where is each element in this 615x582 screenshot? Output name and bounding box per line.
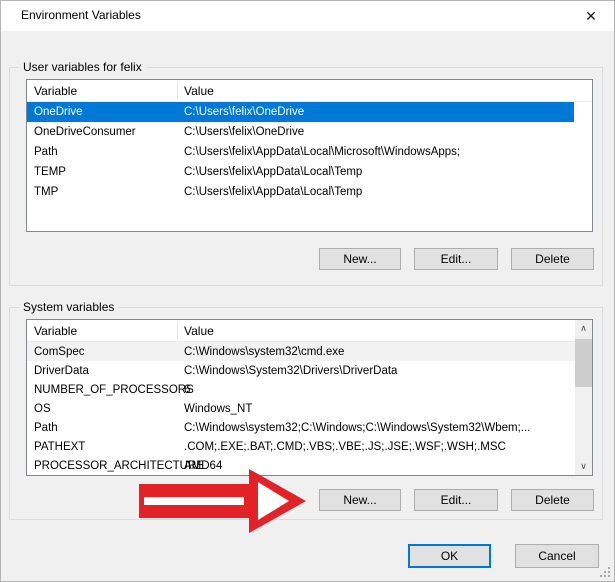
user-edit-button[interactable]: Edit... <box>414 248 498 270</box>
ok-button[interactable]: OK <box>408 544 491 568</box>
resize-grip-icon[interactable] <box>598 565 611 578</box>
cell-value: C:\Windows\system32\cmd.exe <box>184 346 344 358</box>
cell-variable: TMP <box>34 186 58 198</box>
environment-variables-dialog: Environment Variables ✕ User variables f… <box>0 0 615 582</box>
table-row[interactable]: Path C:\Users\felix\AppData\Local\Micros… <box>27 142 574 162</box>
scrollbar-thumb[interactable] <box>575 339 592 387</box>
table-row[interactable]: TMP C:\Users\felix\AppData\Local\Temp <box>27 182 574 202</box>
cell-variable: Path <box>34 146 58 158</box>
cell-variable: ComSpec <box>34 346 85 358</box>
table-row[interactable]: PATHEXT .COM;.EXE;.BAT;.CMD;.VBS;.VBE;.J… <box>27 437 575 456</box>
table-row[interactable]: OneDriveConsumer C:\Users\felix\OneDrive <box>27 122 574 142</box>
cell-value: AMD64 <box>184 460 222 472</box>
column-header-value[interactable]: Value <box>184 84 214 98</box>
titlebar: Environment Variables ✕ <box>1 1 614 31</box>
cell-value: C:\Users\felix\OneDrive <box>184 126 304 138</box>
user-variables-list: Variable Value OneDrive C:\Users\felix\O… <box>26 79 593 232</box>
cell-value: Windows_NT <box>184 403 252 415</box>
column-divider[interactable] <box>177 322 178 339</box>
cell-variable: Path <box>34 422 58 434</box>
column-header-variable[interactable]: Variable <box>34 84 77 98</box>
system-delete-button[interactable]: Delete <box>511 489 594 511</box>
cell-value: C:\Windows\system32;C:\Windows;C:\Window… <box>184 422 530 434</box>
system-variables-list: Variable Value ComSpec C:\Windows\system… <box>26 319 593 476</box>
cell-value: C:\Windows\System32\Drivers\DriverData <box>184 365 397 377</box>
cell-value: .COM;.EXE;.BAT;.CMD;.VBS;.VBE;.JS;.JSE;.… <box>184 441 506 453</box>
user-list-header: Variable Value <box>27 80 592 102</box>
user-variables-label: User variables for felix <box>19 60 146 74</box>
table-row[interactable]: TEMP C:\Users\felix\AppData\Local\Temp <box>27 162 574 182</box>
system-new-button[interactable]: New... <box>319 489 401 511</box>
scroll-up-icon[interactable]: ∧ <box>575 320 592 337</box>
window-title: Environment Variables <box>21 8 141 22</box>
table-row[interactable]: ComSpec C:\Windows\system32\cmd.exe <box>27 342 575 361</box>
cancel-button[interactable]: Cancel <box>515 544 599 568</box>
cell-variable: OneDriveConsumer <box>34 126 136 138</box>
system-edit-button[interactable]: Edit... <box>414 489 498 511</box>
cell-variable: TEMP <box>34 166 66 178</box>
table-row[interactable]: Path C:\Windows\system32;C:\Windows;C:\W… <box>27 418 575 437</box>
scroll-down-icon[interactable]: ∨ <box>575 458 592 475</box>
cell-variable: OneDrive <box>34 106 83 118</box>
user-delete-button[interactable]: Delete <box>511 248 594 270</box>
column-divider[interactable] <box>177 82 178 99</box>
table-row[interactable]: DriverData C:\Windows\System32\Drivers\D… <box>27 361 575 380</box>
user-new-button[interactable]: New... <box>319 248 401 270</box>
cell-variable: OS <box>34 403 51 415</box>
system-variables-label: System variables <box>19 300 118 314</box>
column-header-variable[interactable]: Variable <box>34 324 77 338</box>
vertical-scrollbar[interactable]: ∧ ∨ <box>575 320 592 475</box>
close-icon[interactable]: ✕ <box>576 4 606 28</box>
table-row[interactable]: NUMBER_OF_PROCESSORS 6 <box>27 380 575 399</box>
cell-value: C:\Users\felix\AppData\Local\Temp <box>184 186 362 198</box>
system-list-header: Variable Value <box>27 320 592 342</box>
cell-variable: PATHEXT <box>34 441 85 453</box>
cell-value: C:\Users\felix\AppData\Local\Temp <box>184 166 362 178</box>
table-row[interactable]: OS Windows_NT <box>27 399 575 418</box>
cell-variable: PROCESSOR_ARCHITECTURE <box>34 460 204 472</box>
table-row[interactable]: PROCESSOR_ARCHITECTURE AMD64 <box>27 456 575 475</box>
cell-value: C:\Users\felix\OneDrive <box>184 106 304 118</box>
cell-value: 6 <box>184 384 190 396</box>
table-row[interactable]: OneDrive C:\Users\felix\OneDrive <box>27 102 574 122</box>
column-header-value[interactable]: Value <box>184 324 214 338</box>
cell-variable: DriverData <box>34 365 89 377</box>
cell-variable: NUMBER_OF_PROCESSORS <box>34 384 194 396</box>
cell-value: C:\Users\felix\AppData\Local\Microsoft\W… <box>184 146 460 158</box>
